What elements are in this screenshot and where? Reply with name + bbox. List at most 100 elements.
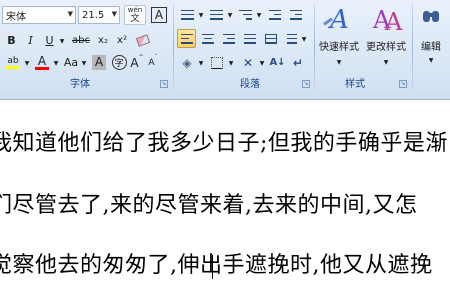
shrink-font-button[interactable]: Aˇ [146,53,160,72]
highlight-button[interactable]: ab [3,53,23,72]
chevron-down-icon: ▼ [111,10,117,18]
align-left-icon [180,33,193,44]
sort-button[interactable]: A↓ [268,53,287,72]
eraser-icon [135,34,151,47]
paint-bucket-icon: ◈ [182,55,192,70]
enclose-characters-icon: 字 [111,55,127,70]
character-shading-icon: A [91,55,107,70]
chevron-down-icon[interactable]: ▼ [52,58,60,68]
multilevel-list-button[interactable] [235,5,255,24]
chevron-down-icon: ▼ [383,59,389,66]
document-page[interactable]: 我知道他们给了我多少日子;但我的手确乎是渐 们尽管去了,来的尽管来着,去来的中间… [0,101,450,300]
bullets-button[interactable] [177,5,197,24]
font-size-combo[interactable]: 21.5 ▼ [78,6,120,24]
binoculars-icon [422,8,440,24]
justify-icon [243,33,256,44]
change-case-button[interactable]: Aa [61,53,81,72]
phonetic-guide-button[interactable]: wén 文 [124,5,146,25]
chevron-down-icon[interactable]: ▼ [197,58,205,68]
distributed-button[interactable] [261,29,280,48]
quick-styles-label: 快速样式 [319,42,359,53]
chevron-down-icon: ▼ [67,10,73,18]
caret-down-icon: ˇ [154,54,158,61]
group-separator [173,4,174,90]
chevron-down-icon[interactable]: ▼ [258,58,266,68]
clear-formatting-button[interactable] [133,31,153,50]
align-center-button[interactable] [198,29,217,48]
chevron-down-icon: ▼ [336,59,342,66]
subscript-button[interactable]: x₂ [94,32,112,49]
enclose-characters-button[interactable]: 字 [110,53,128,72]
distributed-icon [264,33,277,44]
change-styles-label: 更改样式 [366,42,406,53]
document-line-3: 觉察他去的匆匆了,伸出手遮挽时,他又从遮挽 [0,253,433,278]
font-color-letter: A [37,54,47,68]
document-line-1: 我知道他们给了我多少日子;但我的手确乎是渐 [0,131,448,156]
numbering-icon [209,9,223,20]
character-border-button[interactable]: A [149,5,169,25]
chevron-down-icon: ▼ [428,57,434,64]
group-separator [314,4,315,90]
styles-dialog-launcher-icon[interactable]: ↘ [399,80,407,88]
editing-button[interactable]: 编辑 ▼ [414,4,448,70]
grow-font-letter: A [130,55,139,70]
italic-button[interactable]: I [22,32,39,49]
superscript-button[interactable]: x² [113,32,131,49]
font-name-value: 宋体 [6,11,26,23]
font-color-button[interactable]: A [32,53,52,72]
increase-indent-icon [289,9,302,20]
align-right-button[interactable] [219,29,238,48]
font-dialog-launcher-icon[interactable]: ↘ [160,80,168,88]
change-styles-icon: A A [373,6,403,36]
chevron-down-icon[interactable]: ▼ [227,58,235,68]
line-spacing-button[interactable] [282,29,301,48]
line-spacing-icon [286,33,297,44]
increase-indent-button[interactable] [286,5,305,24]
chinese-layout-icon: ✕ [242,55,254,70]
chevron-down-icon[interactable]: ▼ [197,10,205,20]
align-left-button[interactable] [177,29,196,48]
chevron-down-icon[interactable]: ▼ [58,36,66,46]
bold-button[interactable]: B [3,32,20,49]
chevron-down-icon[interactable]: ▼ [300,34,308,44]
ribbon: 宋体 ▼ 21.5 ▼ wén 文 A B I U ▼ abc x₂ x² ab… [0,0,450,100]
borders-button[interactable] [207,53,227,72]
chinese-layout-button[interactable]: ✕ [238,53,258,72]
highlight-letter: ab [7,56,19,66]
chevron-down-icon[interactable]: ▼ [226,10,234,20]
decrease-indent-icon [268,9,281,20]
group-separator [412,4,413,90]
pilcrow-icon: ↵ [292,55,304,70]
font-group-label: 字体 [70,79,90,90]
text-cursor [212,255,213,279]
chevron-down-icon[interactable]: ▼ [255,10,263,20]
styles-group-label: 样式 [345,79,365,90]
grow-font-button[interactable]: A ^ [130,53,144,72]
shading-button[interactable]: ◈ [177,53,197,72]
editing-label: 编辑 [421,42,441,53]
align-center-icon [201,33,214,44]
strikethrough-button[interactable]: abc [70,32,92,49]
character-border-icon: A [150,7,168,23]
highlight-color-bar [6,66,20,69]
paragraph-dialog-launcher-icon[interactable]: ↘ [302,80,310,88]
quick-styles-icon: A [323,6,355,34]
decrease-indent-button[interactable] [265,5,284,24]
align-right-icon [222,33,235,44]
document-line-2: 们尽管去了,来的尽管来着,去来的中间,又怎 [0,193,418,218]
chevron-down-icon[interactable]: ▼ [23,58,31,68]
underline-button[interactable]: U [41,32,58,49]
character-shading-button[interactable]: A [90,53,108,72]
quick-styles-button[interactable]: A 快速样式 ▼ [316,4,362,70]
font-color-bar [35,67,49,70]
show-hide-marks-button[interactable]: ↵ [289,53,307,72]
borders-icon [211,56,223,69]
bullets-icon [180,9,194,20]
font-name-combo[interactable]: 宋体 ▼ [2,6,76,24]
chevron-down-icon[interactable]: ▼ [80,58,88,68]
justify-button[interactable] [240,29,259,48]
numbering-button[interactable] [206,5,226,24]
change-styles-button[interactable]: A A 更改样式 ▼ [362,4,410,70]
multilevel-list-icon [238,9,252,20]
paragraph-group-label: 段落 [240,79,260,90]
